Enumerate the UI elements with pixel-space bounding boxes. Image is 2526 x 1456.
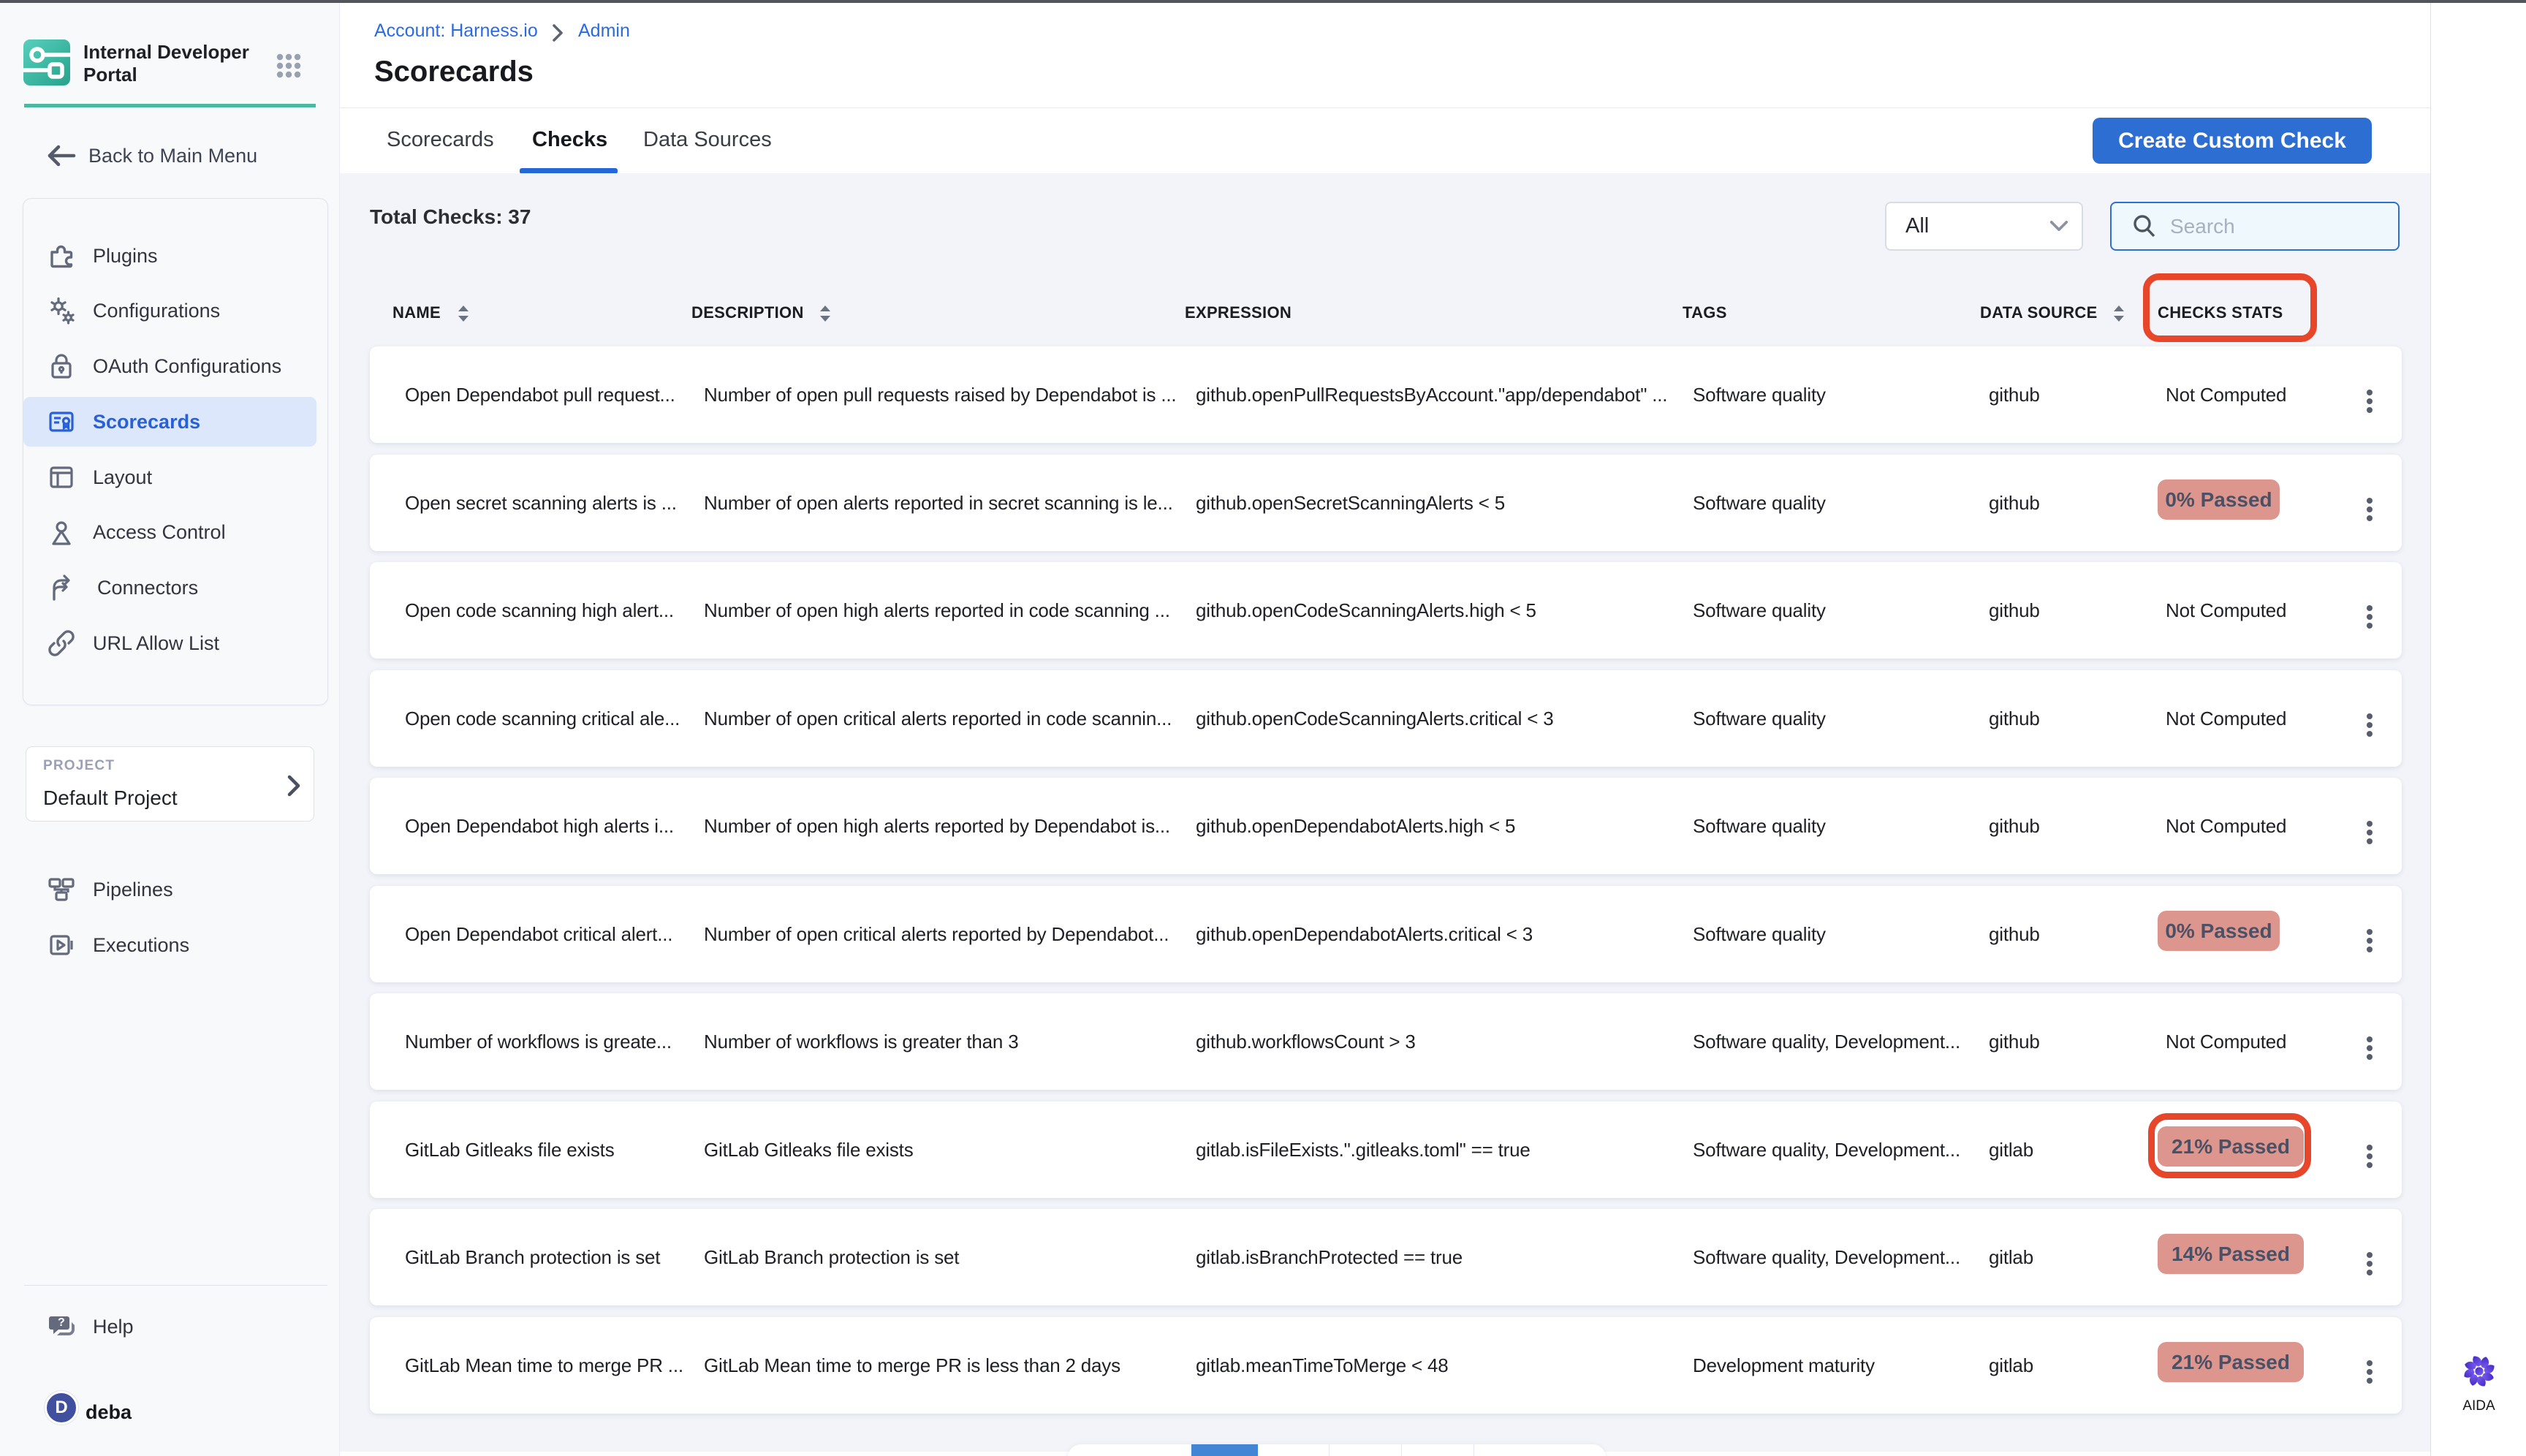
svg-text:?: ?	[58, 1316, 65, 1329]
